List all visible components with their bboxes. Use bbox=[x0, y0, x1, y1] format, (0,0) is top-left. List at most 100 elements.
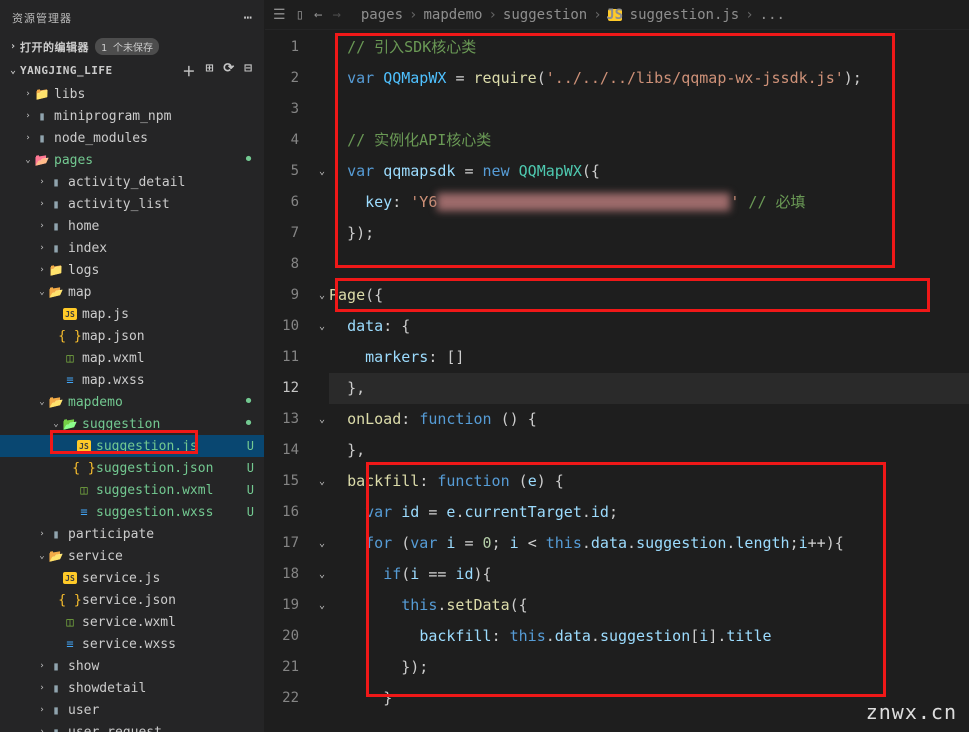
tree-folder[interactable]: ›📁logs bbox=[0, 259, 264, 281]
tree-folder[interactable]: ›▮participate bbox=[0, 523, 264, 545]
fold-icon[interactable] bbox=[315, 218, 329, 249]
tree-file[interactable]: ≡map.wxss bbox=[0, 369, 264, 391]
tree-file[interactable]: { }suggestion.jsonU bbox=[0, 457, 264, 479]
tree-file[interactable]: ≡suggestion.wxssU bbox=[0, 501, 264, 523]
file-tree: ›📁libs›▮miniprogram_npm›▮node_modules⌄📂p… bbox=[0, 83, 264, 732]
tree-item-label: service.wxss bbox=[82, 637, 176, 652]
tree-item-label: service.wxml bbox=[82, 615, 176, 630]
code-line[interactable]: var qqmapsdk = new QQMapWX({ bbox=[329, 156, 969, 187]
breadcrumb-segment[interactable]: mapdemo bbox=[423, 7, 482, 23]
code-line[interactable]: key: 'Y6XX - XXXXX XXXXX XXXXX X XXXXX' … bbox=[329, 187, 969, 218]
code-editor[interactable]: 12345678910111213141516171819202122 ⌄⌄⌄⌄… bbox=[265, 30, 969, 732]
tree-folder[interactable]: ›▮home bbox=[0, 215, 264, 237]
fold-icon[interactable] bbox=[315, 342, 329, 373]
fold-icon[interactable] bbox=[315, 683, 329, 714]
fold-icon[interactable] bbox=[315, 187, 329, 218]
code-line[interactable]: backfill: function (e) { bbox=[329, 466, 969, 497]
code-line[interactable]: // 实例化API核心类 bbox=[329, 125, 969, 156]
tree-file[interactable]: JSsuggestion.jsU bbox=[0, 435, 264, 457]
code-area[interactable]: // 引入SDK核心类 var QQMapWX = require('../..… bbox=[329, 30, 969, 732]
more-actions-icon[interactable]: ⋯ bbox=[244, 10, 252, 26]
breadcrumb[interactable]: pages›mapdemo›suggestion›JSsuggestion.js… bbox=[361, 7, 785, 23]
fold-icon[interactable] bbox=[315, 373, 329, 404]
tree-folder[interactable]: ⌄📂service bbox=[0, 545, 264, 567]
tree-folder[interactable]: ⌄📂suggestion• bbox=[0, 413, 264, 435]
tree-folder[interactable]: ⌄📂mapdemo• bbox=[0, 391, 264, 413]
git-status: U bbox=[247, 483, 254, 497]
fold-icon[interactable]: ⌄ bbox=[315, 590, 329, 621]
code-line[interactable] bbox=[329, 94, 969, 125]
fold-icon[interactable] bbox=[315, 497, 329, 528]
breadcrumb-segment[interactable]: pages bbox=[361, 7, 403, 23]
code-line[interactable]: markers: [] bbox=[329, 342, 969, 373]
new-file-icon[interactable]: ＋ bbox=[182, 61, 195, 80]
code-line[interactable]: var QQMapWX = require('../../../libs/qqm… bbox=[329, 63, 969, 94]
breadcrumb-segment[interactable]: ... bbox=[760, 7, 785, 23]
code-line[interactable]: }); bbox=[329, 218, 969, 249]
collapse-icon[interactable]: ⊟ bbox=[244, 61, 252, 80]
fold-icon[interactable]: ⌄ bbox=[315, 280, 329, 311]
code-line[interactable]: backfill: this.data.suggestion[i].title bbox=[329, 621, 969, 652]
tree-folder[interactable]: ›▮miniprogram_npm bbox=[0, 105, 264, 127]
fold-icon[interactable] bbox=[315, 249, 329, 280]
tree-folder[interactable]: ›▮showdetail bbox=[0, 677, 264, 699]
breadcrumb-segment[interactable]: suggestion bbox=[503, 7, 587, 23]
tree-file[interactable]: ◫service.wxml bbox=[0, 611, 264, 633]
fold-icon[interactable] bbox=[315, 621, 329, 652]
tree-file[interactable]: ≡service.wxss bbox=[0, 633, 264, 655]
tree-folder[interactable]: ›▮user bbox=[0, 699, 264, 721]
code-line[interactable]: }); bbox=[329, 652, 969, 683]
code-line[interactable] bbox=[329, 249, 969, 280]
code-line[interactable]: }, bbox=[329, 373, 969, 404]
fold-icon[interactable]: ⌄ bbox=[315, 156, 329, 187]
nav-back-icon[interactable]: ← bbox=[314, 7, 322, 23]
new-folder-icon[interactable]: ⊞ bbox=[205, 61, 213, 80]
tree-folder[interactable]: ›▮index bbox=[0, 237, 264, 259]
refresh-icon[interactable]: ⟳ bbox=[223, 61, 234, 80]
code-line[interactable]: // 引入SDK核心类 bbox=[329, 32, 969, 63]
tree-file[interactable]: { }service.json bbox=[0, 589, 264, 611]
tree-folder[interactable]: ⌄📂map bbox=[0, 281, 264, 303]
fold-icon[interactable] bbox=[315, 32, 329, 63]
code-line[interactable]: data: { bbox=[329, 311, 969, 342]
fold-icon[interactable]: ⌄ bbox=[315, 404, 329, 435]
fold-icon[interactable]: ⌄ bbox=[315, 528, 329, 559]
fold-icon[interactable] bbox=[315, 125, 329, 156]
tree-folder[interactable]: ›▮node_modules bbox=[0, 127, 264, 149]
fold-icon[interactable]: ⌄ bbox=[315, 466, 329, 497]
code-line[interactable]: for (var i = 0; i < this.data.suggestion… bbox=[329, 528, 969, 559]
fold-icon[interactable] bbox=[315, 94, 329, 125]
tree-file[interactable]: { }map.json bbox=[0, 325, 264, 347]
git-status: U bbox=[247, 439, 254, 453]
fold-icon[interactable] bbox=[315, 435, 329, 466]
fold-icon[interactable] bbox=[315, 652, 329, 683]
nav-forward-icon[interactable]: → bbox=[332, 7, 340, 23]
open-editors-section[interactable]: › 打开的编辑器 1 个未保存 bbox=[0, 35, 264, 58]
fold-icon[interactable]: ⌄ bbox=[315, 311, 329, 342]
tree-file[interactable]: JSmap.js bbox=[0, 303, 264, 325]
code-line[interactable]: if(i == id){ bbox=[329, 559, 969, 590]
explorer-title: 资源管理器 bbox=[12, 10, 72, 26]
tree-folder[interactable]: ›📁libs bbox=[0, 83, 264, 105]
tree-folder[interactable]: ⌄📂pages• bbox=[0, 149, 264, 171]
tree-folder[interactable]: ›▮activity_detail bbox=[0, 171, 264, 193]
tree-file[interactable]: ◫suggestion.wxmlU bbox=[0, 479, 264, 501]
toggle-panel-icon[interactable]: ☰ bbox=[273, 7, 286, 23]
tree-file[interactable]: JSservice.js bbox=[0, 567, 264, 589]
tree-file[interactable]: ◫map.wxml bbox=[0, 347, 264, 369]
project-section[interactable]: ⌄ YANGJING_LIFE ＋ ⊞ ⟳ ⊟ bbox=[0, 58, 264, 83]
breadcrumb-segment[interactable]: suggestion.js bbox=[630, 7, 740, 23]
code-line[interactable]: onLoad: function () { bbox=[329, 404, 969, 435]
tree-folder[interactable]: ›▮activity_list bbox=[0, 193, 264, 215]
code-line[interactable]: Page({ bbox=[329, 280, 969, 311]
explorer-sidebar: 资源管理器 ⋯ › 打开的编辑器 1 个未保存 ⌄ YANGJING_LIFE … bbox=[0, 0, 265, 732]
code-line[interactable]: }, bbox=[329, 435, 969, 466]
fold-column[interactable]: ⌄⌄⌄⌄⌄⌄⌄⌄ bbox=[315, 30, 329, 732]
fold-icon[interactable]: ⌄ bbox=[315, 559, 329, 590]
tree-folder[interactable]: ›▮user_request bbox=[0, 721, 264, 732]
tree-folder[interactable]: ›▮show bbox=[0, 655, 264, 677]
code-line[interactable]: this.setData({ bbox=[329, 590, 969, 621]
code-line[interactable]: var id = e.currentTarget.id; bbox=[329, 497, 969, 528]
fold-icon[interactable] bbox=[315, 63, 329, 94]
bookmark-icon[interactable]: ▯ bbox=[296, 7, 304, 23]
